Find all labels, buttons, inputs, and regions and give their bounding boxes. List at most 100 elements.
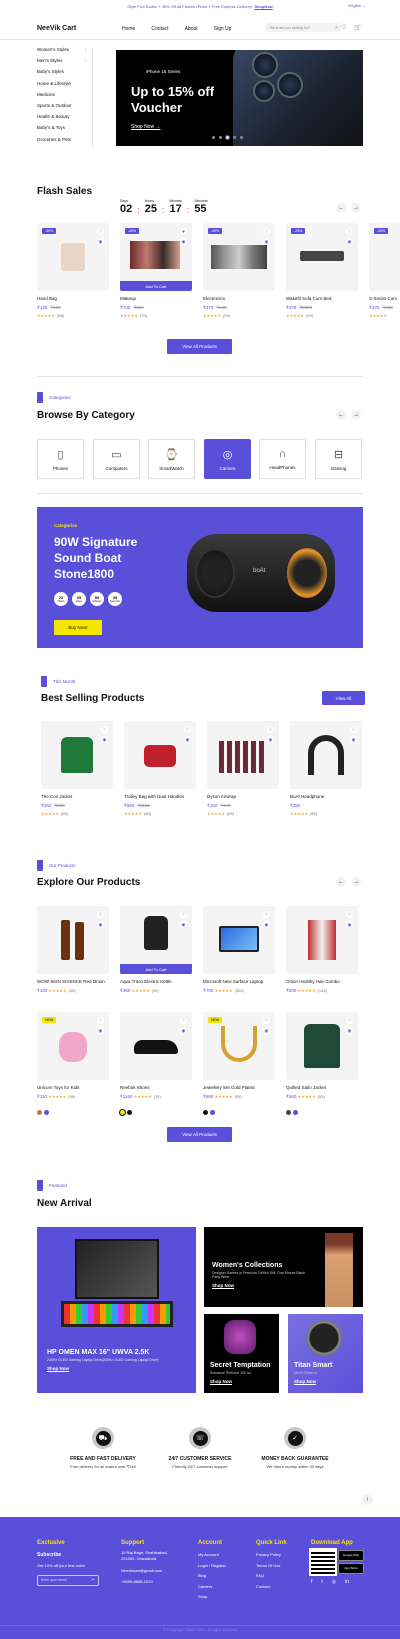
cart-icon[interactable]: 🛒 [354, 25, 361, 31]
heart-icon[interactable]: ♡ [346, 911, 353, 918]
nav-home[interactable]: Home [122, 26, 135, 32]
search-icon[interactable]: ⌕ [335, 25, 338, 31]
carousel-dot[interactable] [233, 136, 236, 139]
carousel-dot-active[interactable] [225, 135, 230, 140]
shop-now-link[interactable]: Shop Now [210, 1379, 278, 1384]
hero-shop-button[interactable]: Shop Now → [131, 124, 160, 130]
carousel-dot[interactable] [240, 136, 243, 139]
eye-icon[interactable]: ◉ [97, 921, 104, 928]
heart-icon[interactable]: ♡ [101, 726, 108, 733]
heart-icon[interactable]: ♡ [267, 726, 274, 733]
product-card[interactable]: ♡ ◉ Dyson Airwrap ₹150 ₹170 ★★★★★ (65) [207, 721, 279, 816]
eye-icon[interactable]: ◉ [180, 238, 187, 245]
product-card[interactable]: ♡ ◉ Quilted Satin Jacket ₹660 ★★★★★ (55) [286, 1012, 358, 1120]
category-camera[interactable]: ◎ Camera [204, 439, 251, 479]
heart-icon[interactable]: ♡ [346, 1017, 353, 1024]
scroll-to-top-button[interactable]: ↑ [362, 1494, 373, 1505]
eye-icon[interactable]: ◉ [263, 238, 270, 245]
eye-icon[interactable]: ◉ [267, 736, 274, 743]
product-card[interactable]: -30% ♡ ◉ Electronics ₹370 ₹400 ★★★★★ (99) [203, 223, 275, 318]
eye-icon[interactable]: ◉ [180, 921, 187, 928]
view-all-products-button[interactable]: View All Products [167, 339, 232, 354]
app-store-badge[interactable]: App Store [338, 1563, 364, 1574]
heart-icon[interactable]: ♡ [97, 911, 104, 918]
heart-icon[interactable]: ♡ [97, 228, 104, 235]
footer-phone[interactable]: +8999-8888-1010 [121, 1577, 181, 1588]
product-card[interactable]: NEW ♡ ◉ Jewellery Set Gold Plated ₹660 ★★★… [203, 1012, 275, 1120]
product-card[interactable]: -25% ♡ ◉ Wakefit Sofa Cum Bed ₹375 ₹2850 ★… [286, 223, 358, 318]
heart-icon[interactable]: ♡ [350, 726, 357, 733]
eye-icon[interactable]: ◉ [346, 1027, 353, 1034]
nav-contact[interactable]: Contact [151, 26, 168, 32]
color-swatch[interactable] [210, 1110, 215, 1115]
product-card[interactable]: ♡ ◉ Add To Cart Aqua Triton Electric Kett… [120, 906, 192, 994]
product-card[interactable]: -40% ♥ ◉ Add To Cart Makeup ₹700 ₹800 ★★★★… [120, 223, 192, 318]
arrival-women-card[interactable]: Women's Collections Designer Sarees in P… [204, 1227, 363, 1307]
footer-link[interactable]: Login / Register [198, 1561, 248, 1572]
color-swatch[interactable] [44, 1110, 49, 1115]
next-arrow-button[interactable]: → [351, 877, 361, 887]
footer-link[interactable]: Blog [198, 1571, 248, 1582]
twitter-icon[interactable]: t [321, 1577, 322, 1588]
footer-link[interactable]: Terms Of Use [256, 1561, 306, 1572]
footer-link[interactable]: Careers [198, 1582, 248, 1593]
footer-link[interactable]: Privacy Policy [256, 1550, 306, 1561]
next-arrow-button[interactable]: → [351, 203, 361, 213]
footer-email[interactable]: Neevikkart@gmail.com [121, 1566, 181, 1577]
buy-now-button[interactable]: Buy Now! [54, 620, 102, 635]
product-card[interactable]: ♡ ◉ Trolley Bag with Dual Handles ₹960 ₹11… [124, 721, 196, 816]
eye-icon[interactable]: ◉ [184, 736, 191, 743]
logo[interactable]: NeeVik Cart [37, 25, 76, 32]
eye-icon[interactable]: ◉ [350, 736, 357, 743]
search-input[interactable]: What are you looking for? ⌕ [266, 23, 341, 32]
footer-link[interactable]: My Account [198, 1550, 248, 1561]
sidebar-item-sports[interactable]: Sports & Outdoor [37, 103, 92, 114]
eye-icon[interactable]: ◉ [97, 238, 104, 245]
heart-icon[interactable]: ♡ [346, 228, 353, 235]
shop-now-link[interactable]: Shop Now [212, 1283, 312, 1288]
eye-icon[interactable]: ◉ [263, 1027, 270, 1034]
eye-icon[interactable]: ◉ [346, 921, 353, 928]
eye-icon[interactable]: ◉ [97, 1027, 104, 1034]
footer-link[interactable]: Shop [198, 1592, 248, 1603]
sidebar-item-mens[interactable]: Men's Styles › [37, 58, 92, 69]
view-all-products-button[interactable]: View All Products [167, 1127, 232, 1142]
heart-icon[interactable]: ♡ [263, 1017, 270, 1024]
color-swatch[interactable] [119, 1109, 126, 1116]
sidebar-item-home[interactable]: Home & Lifestyle [37, 81, 92, 92]
eye-icon[interactable]: ◉ [263, 921, 270, 928]
heart-icon[interactable]: ♡ [180, 911, 187, 918]
google-play-badge[interactable]: Google Play [338, 1550, 364, 1561]
arrival-perfume-card[interactable]: Secret Temptation Romance Perfume 100 ml… [204, 1314, 279, 1393]
send-icon[interactable]: ➢ [91, 1576, 95, 1585]
category-gaming[interactable]: ⊟ Gaming [315, 439, 362, 479]
heart-icon[interactable]: ♡ [180, 1017, 187, 1024]
language-select[interactable]: English ⌄ [348, 3, 366, 8]
category-smartwatch[interactable]: ⌚ SmartWatch [148, 439, 195, 479]
color-swatch[interactable] [37, 1110, 42, 1115]
sidebar-item-medicine[interactable]: Medicine [37, 92, 92, 103]
heart-icon[interactable]: ♡ [184, 726, 191, 733]
next-arrow-button[interactable]: → [351, 410, 361, 420]
heart-icon[interactable]: ♡ [263, 911, 270, 918]
eye-icon[interactable]: ◉ [101, 736, 108, 743]
linkedin-icon[interactable]: in [345, 1577, 349, 1588]
instagram-icon[interactable]: ◎ [332, 1577, 336, 1588]
prev-arrow-button[interactable]: ← [336, 877, 346, 887]
sidebar-item-health[interactable]: Health & Beauty [37, 114, 92, 125]
sidebar-item-toys[interactable]: Baby's & Toys [37, 125, 92, 136]
wishlist-icon[interactable]: ♡ [341, 25, 346, 31]
eye-icon[interactable]: ◉ [180, 1027, 187, 1034]
heart-icon[interactable]: ♡ [97, 1017, 104, 1024]
product-card[interactable]: ♡ ◉ Microsoft New Surface Laptop ₹700 ★★★… [203, 906, 275, 994]
view-all-button[interactable]: View All [322, 691, 365, 705]
carousel-dot[interactable] [219, 136, 222, 139]
shop-now-link[interactable]: ShopNow [254, 4, 272, 9]
category-phones[interactable]: ▯ Phones [37, 439, 84, 479]
eye-icon[interactable]: ◉ [346, 238, 353, 245]
sidebar-item-groceries[interactable]: Groceries & Pets [37, 137, 92, 148]
heart-icon[interactable]: ♥ [180, 228, 187, 235]
color-swatch[interactable] [203, 1110, 208, 1115]
product-card[interactable]: NEW ♡ ◉ Unicorn Toys for Kids ₹110 ★★★★★ (6… [37, 1012, 109, 1120]
sidebar-item-babys[interactable]: Baby's Styles [37, 69, 92, 80]
